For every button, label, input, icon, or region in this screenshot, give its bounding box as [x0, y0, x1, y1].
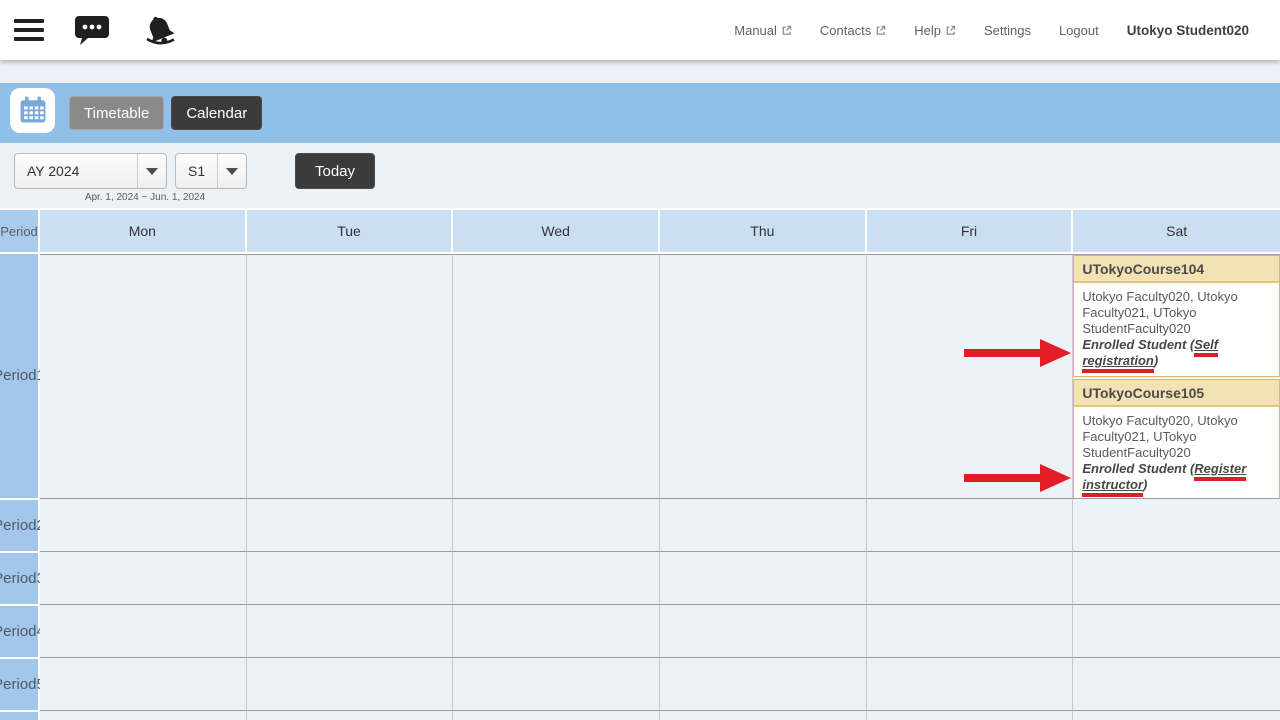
external-link-icon	[875, 25, 886, 36]
timetable-cell-sat-6	[1073, 710, 1280, 720]
timetable-cell-mon-1	[40, 254, 247, 498]
course-card-body: Utokyo Faculty020, Utokyo Faculty021, UT…	[1074, 283, 1279, 376]
timetable-cell-mon-3	[40, 551, 247, 604]
tab-timetable[interactable]: Timetable	[69, 96, 164, 130]
chat-bubble-icon[interactable]	[74, 14, 110, 46]
timetable-cell-tue-1	[247, 254, 454, 498]
banner: Timetable Calendar	[0, 83, 1280, 143]
day-header-fri: Fri	[867, 210, 1074, 254]
timetable-cell-mon-6	[40, 710, 247, 720]
nav-link-label: Contacts	[820, 23, 871, 38]
timetable-cell-sat-1: UTokyoCourse104 Utokyo Faculty020, Utokyo…	[1073, 254, 1280, 498]
nav-link-help[interactable]: Help	[914, 23, 956, 38]
timetable-cell-wed-1	[453, 254, 660, 498]
enrollment-status-suffix: )	[1154, 353, 1158, 368]
username-label: Utokyo Student020	[1127, 23, 1249, 38]
external-link-icon	[945, 25, 956, 36]
hamburger-menu-icon[interactable]	[14, 17, 44, 43]
nav-link-label: Help	[914, 23, 941, 38]
nav-link-label: Settings	[984, 23, 1031, 38]
calendar-icon	[10, 88, 55, 133]
period-label-5: Period5	[0, 657, 40, 710]
timetable-cell-fri-2	[867, 498, 1074, 551]
timetable-cell-wed-2	[453, 498, 660, 551]
view-tabs: Timetable Calendar	[69, 96, 262, 130]
timetable-cell-wed-5	[453, 657, 660, 710]
timetable-cell-fri-6	[867, 710, 1074, 720]
period-label-1: Period1	[0, 254, 40, 498]
period-label-4: Period4	[0, 604, 40, 657]
timetable-cell-tue-5	[247, 657, 454, 710]
timetable-cell-thu-5	[660, 657, 867, 710]
day-header-sat: Sat	[1073, 210, 1280, 254]
timetable-cell-thu-4	[660, 604, 867, 657]
nav-link-label: Logout	[1059, 23, 1099, 38]
nav-link-logout[interactable]: Logout	[1059, 23, 1099, 38]
day-header-wed: Wed	[453, 210, 660, 254]
course-card-utokyocourse104[interactable]: UTokyoCourse104 Utokyo Faculty020, Utokyo…	[1073, 255, 1280, 377]
academic-year-select[interactable]: AY 2024	[14, 153, 167, 189]
external-link-icon	[781, 25, 792, 36]
timetable-cell-mon-4	[40, 604, 247, 657]
filter-bar: AY 2024 S1 Today Apr. 1, 2024 ~ Jun. 1, …	[0, 143, 1280, 208]
timetable-cell-thu-2	[660, 498, 867, 551]
timetable-cell-thu-6	[660, 710, 867, 720]
enrollment-status-prefix: Enrolled Student (	[1082, 461, 1194, 476]
term-date-range: Apr. 1, 2024 ~ Jun. 1, 2024	[0, 192, 290, 203]
nav-link-contacts[interactable]: Contacts	[820, 23, 886, 38]
timetable-cell-tue-3	[247, 551, 454, 604]
timetable-cell-mon-5	[40, 657, 247, 710]
course-staff-list: Utokyo Faculty020, Utokyo Faculty021, UT…	[1082, 413, 1237, 460]
timetable-cell-tue-4	[247, 604, 454, 657]
enrollment-status-prefix: Enrolled Student (	[1082, 337, 1194, 352]
timetable-cell-sat-3	[1073, 551, 1280, 604]
course-card-body: Utokyo Faculty020, Utokyo Faculty021, UT…	[1074, 407, 1279, 498]
timetable-cell-fri-4	[867, 604, 1074, 657]
timetable-cell-wed-4	[453, 604, 660, 657]
course-card-utokyocourse105[interactable]: UTokyoCourse105 Utokyo Faculty020, Utokyo…	[1073, 379, 1280, 498]
timetable-page: Manual Contacts Help Settings Logout Utokyo S…	[0, 0, 1280, 720]
chevron-down-icon	[137, 154, 166, 188]
day-header-tue: Tue	[247, 210, 454, 254]
course-title[interactable]: UTokyoCourse105	[1074, 380, 1279, 407]
academic-year-value: AY 2024	[15, 154, 79, 188]
timetable-cell-sat-4	[1073, 604, 1280, 657]
timetable-cell-fri-3	[867, 551, 1074, 604]
timetable-grid: PeriodMonTueWedThuFriSat Period1 UTokyoCou…	[0, 208, 1280, 720]
tab-calendar[interactable]: Calendar	[171, 96, 262, 130]
timetable-cell-tue-2	[247, 498, 454, 551]
top-navigation: Manual Contacts Help Settings Logout Utokyo S…	[734, 23, 1280, 38]
term-select[interactable]: S1	[175, 153, 247, 189]
timetable-cell-thu-3	[660, 551, 867, 604]
term-value: S1	[176, 154, 205, 188]
period-label-6: Period6	[0, 710, 40, 720]
timetable-cell-fri-5	[867, 657, 1074, 710]
timetable-cell-sat-5	[1073, 657, 1280, 710]
chevron-down-icon	[217, 154, 246, 188]
day-header-mon: Mon	[40, 210, 247, 254]
timetable-cell-fri-1	[867, 254, 1074, 498]
course-staff-list: Utokyo Faculty020, Utokyo Faculty021, UT…	[1082, 289, 1237, 336]
top-bar: Manual Contacts Help Settings Logout Utokyo S…	[0, 0, 1280, 60]
timetable-cell-sat-2	[1073, 498, 1280, 551]
enrollment-status-suffix: )	[1143, 477, 1147, 492]
period-label-2: Period2	[0, 498, 40, 551]
day-header-thu: Thu	[660, 210, 867, 254]
timetable-cell-wed-3	[453, 551, 660, 604]
timetable-cell-mon-2	[40, 498, 247, 551]
nav-link-settings[interactable]: Settings	[984, 23, 1031, 38]
timetable-cell-wed-6	[453, 710, 660, 720]
course-title[interactable]: UTokyoCourse104	[1074, 256, 1279, 283]
nav-link-label: Manual	[734, 23, 777, 38]
period-label-3: Period3	[0, 551, 40, 604]
period-column-header: Period	[0, 210, 40, 254]
today-button[interactable]: Today	[295, 153, 375, 189]
nav-link-manual[interactable]: Manual	[734, 23, 792, 38]
timetable-cell-tue-6	[247, 710, 454, 720]
timetable-cell-thu-1	[660, 254, 867, 498]
notification-bell-icon[interactable]	[140, 10, 180, 50]
